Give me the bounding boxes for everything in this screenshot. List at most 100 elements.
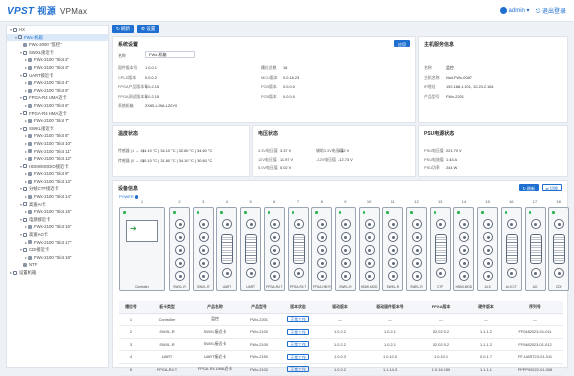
column-header[interactable]: 驱动版本 (317, 301, 363, 314)
table-cell: SWXL-R (143, 325, 191, 339)
slot-card[interactable]: AI-5 CT (500, 207, 522, 291)
tree-item[interactable]: ▸ FWx-2100 "Slot 7" (7, 117, 108, 125)
tree-item[interactable]: ▸ FWx-2100 "Slot 2" (7, 56, 108, 64)
info-key: 传感器 (1 → 4) (118, 148, 144, 153)
bnc-port-icon (506, 219, 517, 229)
tree-item[interactable]: ▾ 高速AI卡 (7, 201, 108, 209)
tree-item[interactable]: ▾ FPGA-R4 HMA近卡 (7, 110, 108, 118)
tree-item[interactable]: ▾ 分帧CTF接近卡 (7, 185, 108, 193)
bnc-port-icon (269, 219, 280, 229)
tree-item[interactable]: ▾ FWx-机箱 (7, 33, 108, 42)
bnc-port-icon (340, 258, 351, 268)
status-badge[interactable]: 正常工作 (287, 328, 309, 335)
column-header[interactable]: 槽位号 (119, 301, 143, 314)
slot-card[interactable]: AI-5 (477, 207, 499, 291)
slot-card[interactable]: FPGA-R4 T (287, 207, 309, 291)
user-menu[interactable]: admin ▾ (499, 7, 530, 15)
slot-card[interactable]: UART (216, 207, 238, 291)
slot-card[interactable]: CDI (548, 207, 570, 291)
table-cell: 正常工作 (279, 325, 317, 339)
slot-number: 8 (320, 199, 323, 204)
tree-item[interactable]: ▾ 电源接近卡 (7, 216, 108, 224)
tree-item[interactable]: ▾ FPGA-R4 UMA近卡 (7, 94, 108, 102)
info-value: 18 (283, 65, 288, 70)
bnc-port-icon (198, 271, 209, 281)
tree-item[interactable]: ▸ FWx-2100 "Slot 14" (7, 193, 108, 201)
slot-card[interactable]: SWXL-R (192, 207, 214, 291)
name-input[interactable]: FWx-机箱 (145, 51, 195, 58)
table-cell: 1.0.2.1 (363, 338, 417, 351)
table-cell: FF0482023-01-012 (507, 338, 563, 351)
slot-card[interactable]: SWXL-R (169, 207, 190, 291)
table-row[interactable]: 2 SWXL-R SWXL接近卡 FWx-2100 正常工作 1.0.2.2 1.0.2.1… (119, 325, 563, 339)
status-led-icon (410, 211, 413, 214)
refresh-button[interactable]: ↻ 刷新 (112, 25, 135, 33)
status-badge[interactable]: 正常工作 (287, 316, 309, 323)
status-badge[interactable]: 正常工作 (287, 341, 309, 348)
column-header[interactable]: 产品名称 (191, 301, 239, 314)
table-row[interactable]: 5 FPGA-R4 T FPGA-R4 UMA近卡 FWx-2102 正常工作 1.0.2… (119, 363, 563, 376)
tree-item[interactable]: ▾ UART接近卡 (7, 72, 108, 80)
tree-item[interactable]: ▸ FWx-2100 "Slot 17" (7, 239, 108, 247)
column-header[interactable]: 驱动固件版本号 (363, 301, 417, 314)
column-header[interactable]: 版本状态 (279, 301, 317, 314)
table-row[interactable]: 3 SWXL-R SWXL接近卡 FWx-2100 正常工作 1.0.2.2 1.0.2.1… (119, 338, 563, 351)
tree-item[interactable]: ▸ FWx-2100 "Slot 5" (7, 87, 108, 95)
tree-item[interactable]: FWx-2000 "监控" (7, 41, 108, 49)
table-row[interactable]: 4 UART UART接近卡 FWx-2150 正常工作 1.0.0.3 1.0.10.0 1… (119, 350, 563, 364)
slot-card[interactable]: HDMI-MOD (358, 207, 380, 291)
device-toggle-button[interactable]: ⇄ 切换 (541, 184, 562, 191)
controller-card[interactable]: ➔ Controller (119, 207, 165, 291)
table-row[interactable]: 1 Controller 监控 FWx-2201 正常工作 — — — — — (119, 313, 563, 326)
tree-item[interactable]: ▾ HDMI/MODIO接近卡 (7, 163, 108, 171)
column-header[interactable]: 序列号 (507, 301, 563, 314)
tree-item[interactable]: ▾ SWKL接近卡 (7, 125, 108, 133)
tree-item[interactable]: ▾ SWXL接近卡 (7, 49, 108, 57)
info-value: 0.0.0.0 (283, 93, 295, 99)
tree-item[interactable]: ▸ FWx-2100 "Slot 9" (7, 170, 108, 178)
status-badge[interactable]: 正常工作 (287, 353, 309, 360)
tree-item[interactable]: ▾ 高速AO卡 (7, 231, 108, 239)
slot-card[interactable]: SWKL-R (382, 207, 404, 291)
tree-item[interactable]: ▸ FWx-2100 "Slot 10" (7, 140, 108, 148)
slot-card[interactable]: AO (524, 207, 546, 291)
tree-item-label: FPGA-R4 UMA近卡 (29, 95, 67, 101)
slot-card[interactable]: FPGA-R4 T (263, 207, 285, 291)
card-label: FPGA-R4 T (289, 285, 307, 289)
apply-button[interactable]: 应用 (394, 40, 410, 47)
column-header[interactable]: 硬件版本 (465, 301, 507, 314)
info-value: 34.10 °C | 34.10 °C | 32.80 °C | 34.60 °… (142, 148, 213, 153)
slot-card[interactable]: HDMI-MOD (453, 207, 475, 291)
tree-item[interactable]: NTF (7, 261, 108, 269)
slot-card[interactable]: UART (240, 207, 262, 291)
slot-card[interactable]: CTF (429, 207, 451, 291)
tree-item[interactable]: ▸ 设置机箱 (7, 269, 108, 277)
tree-item[interactable]: ▸ FWx-2100 "Slot 8" (7, 132, 108, 140)
settings-button[interactable]: ⚙ 设置 (137, 25, 160, 33)
tree-item[interactable]: ▸ FWx-2100 "Slot 13" (7, 178, 108, 186)
column-header[interactable]: 产品型号 (239, 301, 279, 314)
tree-item[interactable]: ▸ FWx-2100 "Slot 18" (7, 254, 108, 262)
slot-card[interactable]: SWKL-R (406, 207, 427, 291)
status-badge[interactable]: 正常工作 (287, 366, 309, 373)
slot-card[interactable]: FPGA-HM R (311, 207, 333, 291)
slot-card[interactable]: SWKL-R (334, 207, 356, 291)
tree-item[interactable]: ▸ FWx-2100 "Slot 15" (7, 208, 108, 216)
tree-item[interactable]: ▾ HX (7, 26, 108, 34)
tree-item[interactable]: ▸ FWx-2100 "Slot 3" (7, 64, 108, 72)
bnc-port-icon (198, 232, 209, 242)
tree-item[interactable]: ▸ FWx-2100 "Slot 16" (7, 223, 108, 231)
table-cell: UART (143, 350, 191, 364)
tree-item[interactable]: ▸ FWx-2100 "Slot 6" (7, 102, 108, 110)
tree-item[interactable]: ▾ CDI接近卡 (7, 246, 108, 254)
tree-item[interactable]: ▸ FWx-2100 "Slot 11" (7, 148, 108, 156)
logout-link[interactable]: ⎋ 退出登录 (536, 6, 566, 16)
info-value: 0.0.0.0 (283, 84, 295, 89)
bnc-port-icon (246, 268, 257, 278)
device-icon (28, 156, 32, 161)
tree-item[interactable]: ▸ FWx-2100 "Slot 4" (7, 79, 108, 87)
device-refresh-button[interactable]: ↻ 刷新 (518, 184, 539, 191)
column-header[interactable]: 板卡类型 (143, 301, 191, 314)
column-header[interactable]: FPGA版本 (417, 301, 465, 314)
tree-item[interactable]: ▸ FWx-2100 "Slot 12" (7, 155, 108, 163)
